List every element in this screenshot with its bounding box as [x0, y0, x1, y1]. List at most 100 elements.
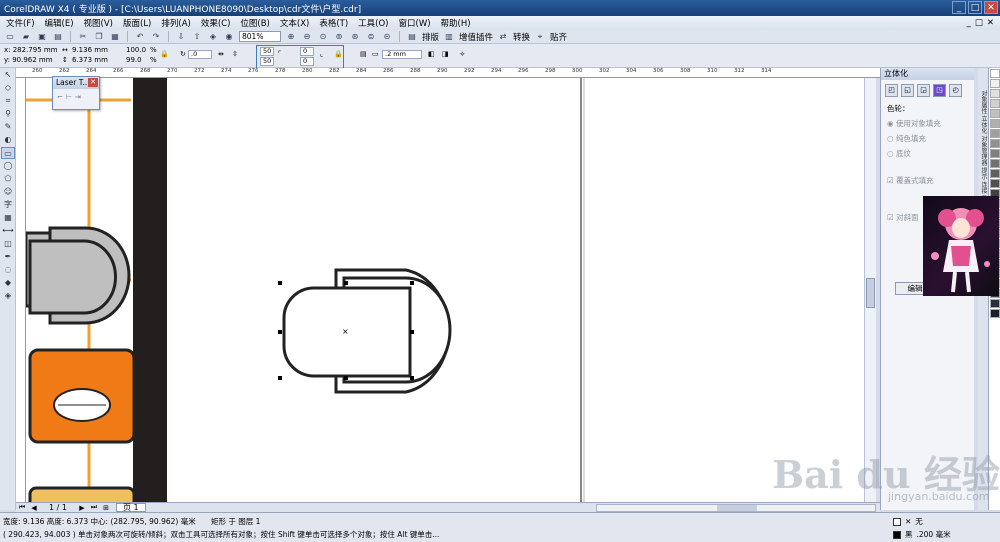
menu-edit[interactable]: 编辑(E)	[45, 17, 74, 29]
add-page-icon[interactable]: ⊞	[100, 504, 112, 512]
extrude-color-icon[interactable]: ◳	[933, 84, 946, 97]
rectangle-tool-icon[interactable]: ▭	[1, 147, 15, 159]
shade-radio[interactable]: ○ 底纹	[881, 146, 974, 161]
width-field[interactable]: 9.136 mm	[72, 46, 108, 54]
doc-close-button[interactable]: ✕	[987, 18, 994, 28]
extrude-light-icon[interactable]: ◲	[917, 84, 930, 97]
palette-swatch[interactable]	[990, 139, 1000, 148]
horizontal-scroll-thumb[interactable]	[717, 504, 757, 511]
menu-help[interactable]: 帮助(H)	[441, 17, 471, 29]
height-field[interactable]: 6.373 mm	[72, 56, 108, 64]
new-document-icon[interactable]: ▭	[4, 31, 16, 42]
outline-tool-icon[interactable]: ◌	[1, 264, 15, 276]
corel-online-icon[interactable]: ◉	[223, 31, 235, 42]
interactive-fill-icon[interactable]: ◈	[1, 290, 15, 302]
mirror-vertical-icon[interactable]: ⇳	[232, 50, 238, 58]
menu-effects[interactable]: 效果(C)	[201, 17, 231, 29]
selection-handle[interactable]	[344, 281, 348, 285]
zoom-in-icon[interactable]: ⊕	[285, 31, 297, 42]
import-icon[interactable]: ⇩	[175, 31, 187, 42]
menu-arrange[interactable]: 排列(A)	[161, 17, 190, 29]
menu-tools[interactable]: 工具(O)	[358, 17, 388, 29]
first-page-icon[interactable]: ⏮	[16, 503, 28, 512]
page-1-tab[interactable]: 页 1	[116, 503, 146, 512]
next-page-icon[interactable]: ▶	[76, 504, 88, 512]
mirror-horizontal-icon[interactable]: ⇹	[218, 50, 224, 58]
zoom-all-icon[interactable]: ⊚	[333, 31, 345, 42]
to-back-icon[interactable]: ◨	[442, 50, 449, 58]
menu-file[interactable]: 文件(F)	[6, 17, 35, 29]
save-icon[interactable]: ▣	[36, 31, 48, 42]
vertical-scroll-thumb[interactable]	[866, 278, 875, 308]
paste-icon[interactable]: ▦	[109, 31, 121, 42]
selection-handle[interactable]	[278, 281, 282, 285]
menu-layout[interactable]: 版面(L)	[123, 17, 151, 29]
close-button[interactable]: ✕	[984, 1, 998, 14]
menu-bitmaps[interactable]: 位图(B)	[240, 17, 269, 29]
palette-swatch[interactable]	[990, 119, 1000, 128]
laser-tool-buttons-icon[interactable]: ⌐⊢⇥	[53, 89, 99, 105]
smart-fill-icon[interactable]: ◐	[1, 134, 15, 146]
palette-swatch[interactable]	[990, 169, 1000, 178]
palette-swatch[interactable]	[990, 89, 1000, 98]
minimize-button[interactable]: _	[952, 1, 966, 14]
solid-fill-radio[interactable]: ○ 纯色填充	[881, 131, 974, 146]
zoom-out-icon[interactable]: ⊖	[301, 31, 313, 42]
zoom-tool-icon[interactable]: ⚲	[1, 108, 15, 120]
wrap-text-icon[interactable]: ▤	[360, 50, 367, 58]
snap-icon[interactable]: ⌖	[534, 31, 546, 42]
export-icon[interactable]: ⇧	[191, 31, 203, 42]
doc-restore-button[interactable]: □	[975, 18, 983, 28]
shape-tool-icon[interactable]: ◇	[1, 82, 15, 94]
fill-status[interactable]: ✕ 无	[893, 516, 923, 527]
selection-handle[interactable]	[410, 376, 414, 380]
layout-button[interactable]: 排版	[422, 31, 439, 43]
palette-swatch[interactable]	[990, 69, 1000, 78]
palette-swatch[interactable]	[990, 299, 1000, 308]
selection-handle[interactable]	[344, 376, 348, 380]
prev-page-icon[interactable]: ◀	[28, 504, 40, 512]
redo-icon[interactable]: ↷	[150, 31, 162, 42]
outline-status[interactable]: 黑 .200 毫米	[893, 529, 951, 540]
application-launcher-icon[interactable]: ◈	[207, 31, 219, 42]
scale-x-field[interactable]: 100.0	[126, 46, 146, 54]
polygon-tool-icon[interactable]: ⬠	[1, 173, 15, 185]
y-position-field[interactable]: y: 90.962 mm	[4, 56, 53, 64]
zoom-page-icon[interactable]: ⊛	[349, 31, 361, 42]
open-folder-icon[interactable]: ▰	[20, 31, 32, 42]
snap-button[interactable]: 贴齐	[550, 31, 567, 43]
use-object-fill-radio[interactable]: ◉ 使用对象填充	[881, 116, 974, 131]
laser-tool-close-icon[interactable]: ✕	[88, 78, 98, 87]
zoom-width-icon[interactable]: ⊜	[365, 31, 377, 42]
selection-handle[interactable]	[278, 330, 282, 334]
vertical-scrollbar[interactable]	[864, 78, 876, 502]
drape-fill-checkbox[interactable]: ☑ 覆盖式填充	[881, 173, 974, 188]
lock-ratio-icon[interactable]: 🔒	[160, 50, 169, 58]
palette-swatch[interactable]	[990, 309, 1000, 318]
layout-icon[interactable]: ▤	[406, 31, 418, 42]
print-icon[interactable]: ▤	[52, 31, 64, 42]
dimension-tool-icon[interactable]: ⟷	[1, 225, 15, 237]
scale-y-field[interactable]: 99.0	[126, 56, 142, 64]
palette-swatch[interactable]	[990, 99, 1000, 108]
extrude-camera-icon[interactable]: ◰	[885, 84, 898, 97]
doc-minimize-button[interactable]: _	[967, 18, 971, 28]
convert-to-curves-icon[interactable]: ⟡	[460, 50, 465, 59]
menu-table[interactable]: 表格(T)	[319, 17, 348, 29]
convert-icon[interactable]: ⇄	[497, 31, 509, 42]
undo-icon[interactable]: ↶	[134, 31, 146, 42]
zoom-selected-icon[interactable]: ⊙	[317, 31, 329, 42]
ellipse-tool-icon[interactable]: ◯	[1, 160, 15, 172]
pick-tool-icon[interactable]: ↖	[1, 69, 15, 81]
laser-tool-window[interactable]: Laser T... ✕ ⌐⊢⇥	[52, 76, 100, 110]
palette-swatch[interactable]	[990, 109, 1000, 118]
palette-swatch[interactable]	[990, 149, 1000, 158]
menu-view[interactable]: 视图(V)	[84, 17, 113, 29]
selection-handle[interactable]	[410, 281, 414, 285]
plugins-button[interactable]: 增值插件	[459, 31, 493, 43]
selection-handle[interactable]	[410, 330, 414, 334]
palette-swatch[interactable]	[990, 79, 1000, 88]
convert-button[interactable]: 转换	[513, 31, 530, 43]
palette-swatch[interactable]	[990, 159, 1000, 168]
basic-shapes-icon[interactable]: ☺	[1, 186, 15, 198]
